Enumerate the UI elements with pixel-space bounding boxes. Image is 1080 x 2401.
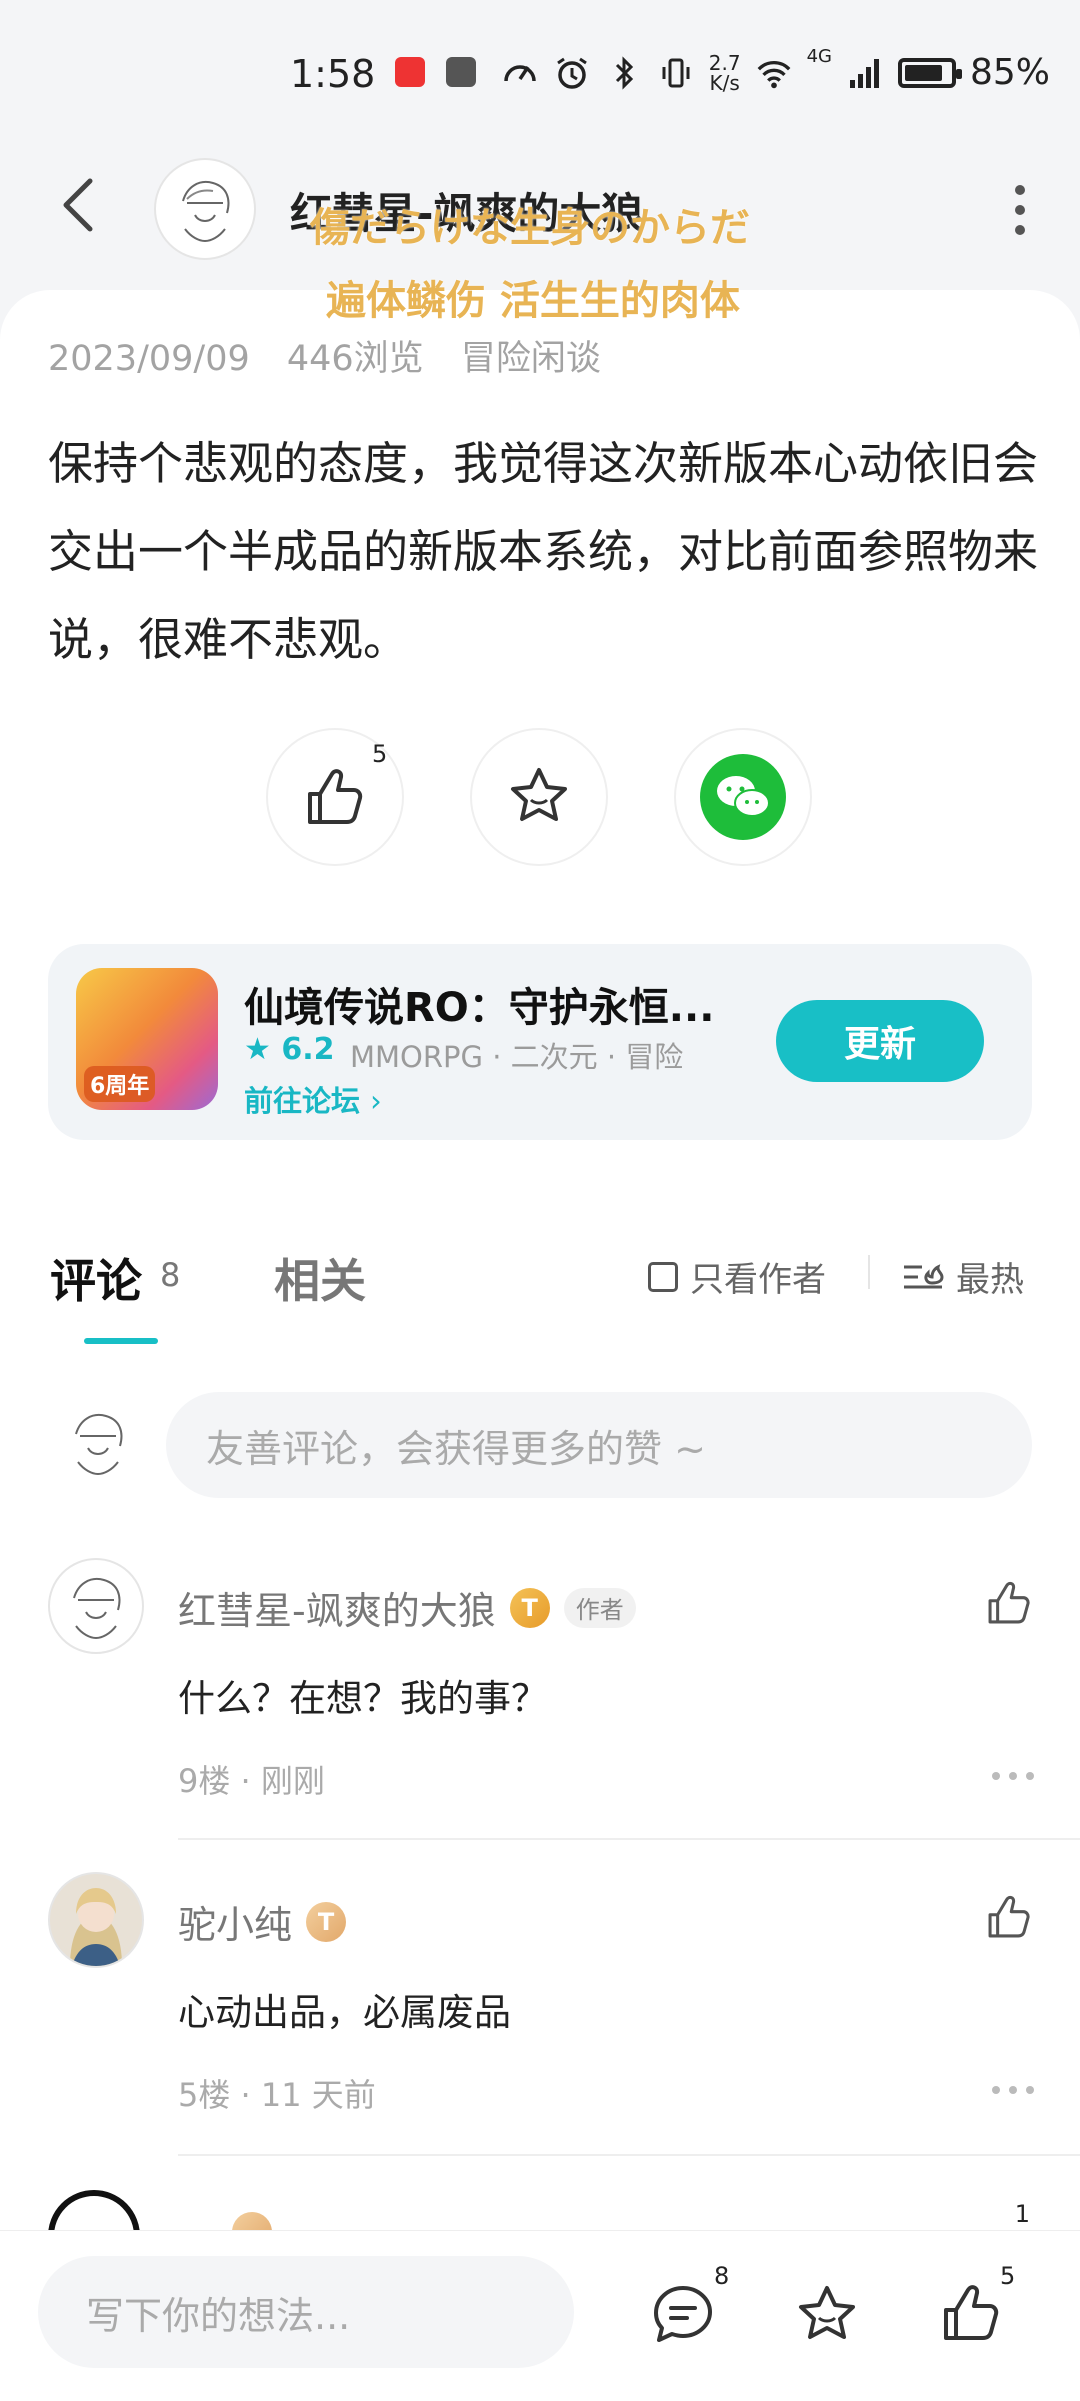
anime-girl-avatar-icon [70, 1888, 122, 1966]
bottom-comment-count: 8 [714, 2262, 730, 2290]
comment-more-button[interactable] [992, 2086, 1034, 2094]
star-icon [511, 768, 567, 821]
game-tags: MMORPG · 二次元 · 冒险 [350, 1040, 684, 1074]
bottom-like-button[interactable] [938, 2280, 1004, 2350]
comment-text: 心动出品，必属废品 [178, 1991, 511, 2034]
partial-like-count: 1 [1014, 2200, 1030, 2228]
anniversary-badge: 6周年 [84, 1066, 156, 1102]
commenter-avatar[interactable] [48, 2190, 140, 2230]
comment-divider [178, 1838, 1080, 1840]
wechat-icon [700, 754, 786, 840]
share-wechat-button[interactable] [674, 728, 812, 866]
bottom-like-count: 5 [1000, 2262, 1016, 2290]
comment-divider [178, 2154, 1080, 2156]
forum-link-text: 前往论坛 [244, 1084, 361, 1118]
commenter-name[interactable]: 红彗星-飒爽的大狼 [178, 1580, 496, 1635]
checkbox-icon[interactable] [648, 1261, 678, 1292]
thumbs-up-icon [308, 769, 363, 824]
post-date: 2023/09/09 [48, 339, 250, 379]
back-button[interactable] [58, 175, 98, 235]
sort-toggle[interactable]: 最热 [902, 1252, 1024, 1301]
lyric-overlay-line1: 傷だらけな生身のからだ [310, 205, 750, 251]
speedometer-icon [501, 54, 539, 92]
tab-comments[interactable]: 评论 [50, 1245, 142, 1311]
divider [868, 1255, 870, 1289]
level-badge: T [509, 1587, 550, 1628]
alarm-icon [553, 54, 591, 92]
comment-like-button[interactable] [984, 1578, 1034, 1632]
bluetooth-icon [605, 54, 643, 92]
comment-meta: 5楼 · 11 天前 [178, 2076, 376, 2114]
more-button[interactable] [1010, 185, 1030, 235]
sort-label: 最热 [956, 1260, 1024, 1300]
game-icon[interactable]: 6周年 [76, 968, 218, 1110]
comment-header: 红彗星-飒爽的大狼 T 作者 [178, 1580, 636, 1635]
comment-input[interactable]: 友善评论，会获得更多的赞 ~ [166, 1392, 1032, 1498]
game-title[interactable]: 仙境传说RO：守护永恒... [244, 975, 714, 1033]
notification-app-icon [395, 57, 426, 87]
my-avatar [56, 1400, 140, 1484]
comment-bubble-icon [654, 2286, 712, 2342]
author-avatar[interactable] [154, 158, 256, 260]
status-time: 1:58 [290, 52, 476, 96]
comment-meta: 9楼 · 刚刚 [178, 1762, 325, 1800]
sketch-avatar-icon [73, 1578, 121, 1640]
forum-link[interactable]: 前往论坛 › [244, 1078, 382, 1120]
only-author-toggle[interactable]: 只看作者 [648, 1252, 826, 1301]
active-tab-indicator [84, 1338, 158, 1344]
tab-related[interactable]: 相关 [274, 1245, 366, 1311]
bottom-comment-button[interactable] [650, 2282, 716, 2352]
notification-app2-icon [445, 57, 476, 87]
star-rating-icon: ★ [244, 1032, 271, 1067]
thumbs-up-icon [988, 1895, 1030, 1938]
thumbs-up-icon [944, 2285, 999, 2340]
comment-count: 8 [160, 1256, 181, 1294]
reply-input[interactable]: 写下你的想法... [38, 2256, 574, 2368]
sketch-avatar-icon [182, 181, 230, 243]
author-tag: 作者 [563, 1587, 636, 1628]
signal-icon [846, 54, 884, 92]
battery-icon [897, 57, 962, 88]
rating-value: 6.2 [281, 1032, 335, 1067]
wifi-icon [755, 54, 793, 92]
star-icon [799, 2286, 855, 2339]
commenter-name[interactable]: 驼小纯 [178, 1894, 292, 1949]
time-text: 1:58 [290, 52, 376, 96]
status-icons: 2.7 K/s 4G 85% [501, 46, 1050, 95]
chevron-left-icon [63, 178, 93, 232]
favorite-button[interactable] [470, 728, 608, 866]
level-badge: T [306, 1901, 347, 1942]
post-category[interactable]: 冒险闲谈 [461, 339, 601, 379]
thumbs-up-icon [988, 1581, 1030, 1624]
post-meta: 2023/09/09 446浏览 冒险闲谈 [48, 330, 601, 381]
post-views: 446浏览 [286, 339, 424, 379]
bottom-favorite-button[interactable] [794, 2282, 860, 2352]
chevron-right-icon: › [370, 1084, 382, 1118]
update-button[interactable]: 更新 [776, 1000, 984, 1082]
comment-like-button[interactable] [984, 1892, 1034, 1946]
only-author-label: 只看作者 [690, 1260, 826, 1300]
level-badge [232, 2212, 272, 2230]
network-type: 4G [806, 46, 832, 67]
comment-header: 驼小纯 T [178, 1894, 347, 1949]
like-count: 5 [372, 740, 388, 768]
sort-hot-icon [904, 1263, 944, 1288]
lyric-overlay-line2: 遍体鳞伤 活生生的肉体 [326, 278, 740, 324]
commenter-avatar[interactable] [48, 1872, 144, 1968]
comment-text: 什么？在想？我的事？ [178, 1677, 548, 1720]
game-rating: ★ 6.2 [244, 1032, 335, 1067]
sketch-avatar-icon [75, 1414, 123, 1476]
post-body: 保持个悲观的态度，我觉得这次新版本心动依旧会交出一个半成品的新版本系统，对比前面… [48, 437, 1039, 666]
battery-text: 85% [969, 52, 1050, 93]
network-speed: 2.7 K/s [708, 50, 741, 95]
comment-more-button[interactable] [992, 1772, 1034, 1780]
vibrate-icon [657, 54, 695, 92]
commenter-avatar[interactable] [48, 1558, 144, 1654]
